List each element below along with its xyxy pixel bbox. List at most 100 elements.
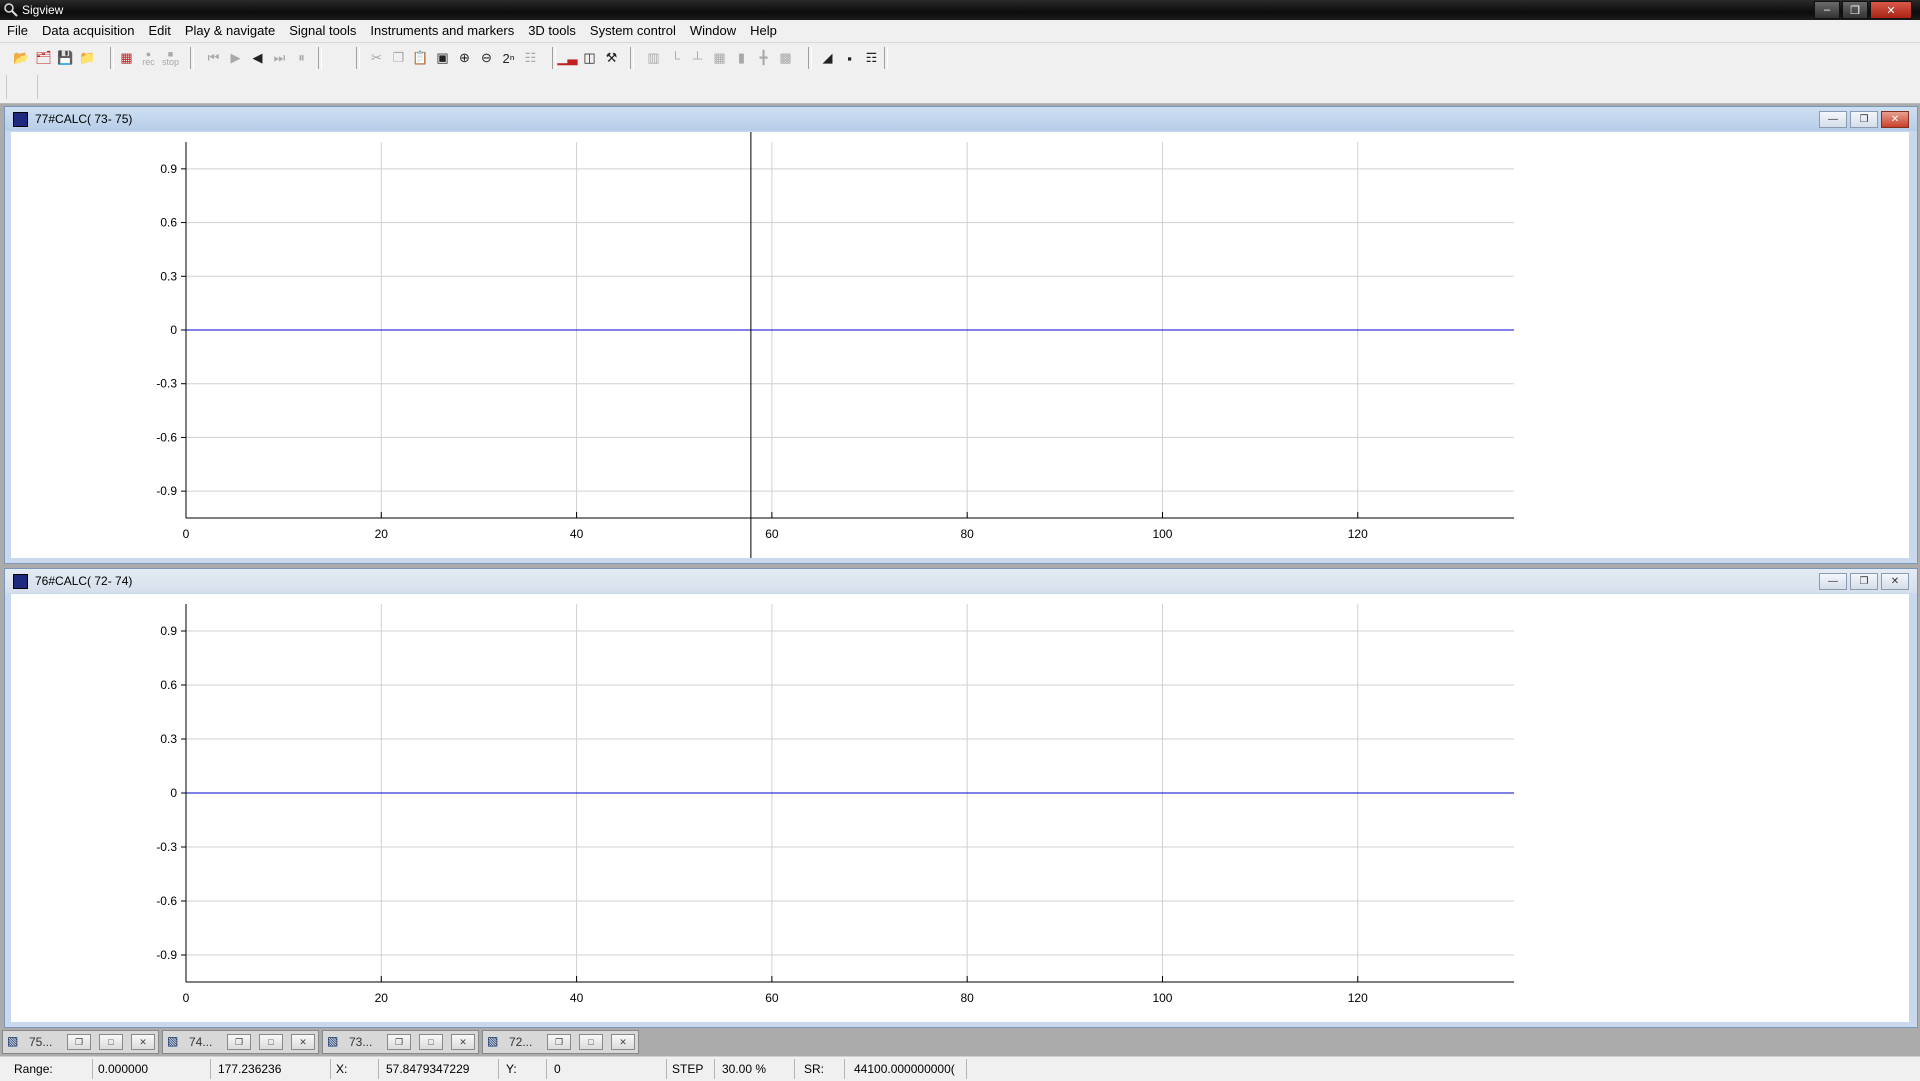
step-value: 30.00 % — [722, 1062, 767, 1076]
signal-chart[interactable]: 0 20 40 60 80 100 120 0.9 0.6 0.3 0 -0.3 -0.6 -0.9 — [11, 594, 1909, 1022]
y-tick-label: -0.3 — [156, 377, 177, 391]
tree-icon[interactable]: ☶ — [862, 49, 881, 68]
x-tick-label: 0 — [183, 991, 190, 1005]
signal-window-icon: ▧ — [167, 1034, 179, 1048]
x-tick-label: 20 — [375, 991, 389, 1005]
restore-icon[interactable]: ❐ — [227, 1034, 251, 1050]
cursor-cross-icon[interactable]: ╋ — [754, 49, 773, 68]
menu-window[interactable]: Window — [683, 20, 743, 38]
paste-icon[interactable]: 📋 — [411, 49, 430, 68]
maximize-icon[interactable]: □ — [579, 1034, 603, 1050]
menu-help[interactable]: Help — [743, 20, 784, 38]
open-multiple-icon[interactable]: 🗂 — [34, 49, 53, 68]
minimized-window-74[interactable]: ▧ 74... ❐ □ ✕ — [162, 1030, 319, 1054]
acquire-icon[interactable]: ▦ — [117, 49, 136, 68]
y-value: 0 — [554, 1062, 561, 1076]
menu-play-navigate[interactable]: Play & navigate — [178, 20, 282, 38]
restore-icon[interactable]: ❐ — [547, 1034, 571, 1050]
cut-icon[interactable]: ✂ — [367, 49, 386, 68]
open-recent-icon[interactable]: 📁 — [78, 49, 97, 68]
stop-icon[interactable]: ■ stop — [161, 49, 180, 68]
speaker-icon[interactable]: ◀ — [248, 49, 267, 68]
y-tick-label: 0.3 — [160, 732, 177, 746]
skip-start-icon[interactable]: ⏮ — [204, 49, 223, 68]
main-toolbar: 📂 🗂 💾 📁 ▦ ● rec ■ stop ⏮ ▶ ◀ ⏭ ⏸ ✂ ❐ 📋 ▣ ⊕… — [0, 43, 1920, 73]
window-minimize-button[interactable]: — — [1819, 573, 1847, 590]
menu-file[interactable]: File — [0, 20, 35, 38]
menu-instruments-markers[interactable]: Instruments and markers — [363, 20, 521, 38]
minimized-window-75[interactable]: ▧ 75... ❐ □ ✕ — [2, 1030, 159, 1054]
signal-window-76[interactable]: 76#CALC( 72- 74) — ❐ ✕ 0 20 40 60 80 100 120 0.… — [4, 568, 1918, 1028]
menu-signal-tools[interactable]: Signal tools — [282, 20, 363, 38]
x-value: 57.8479347229 — [386, 1062, 470, 1076]
close-icon[interactable]: ✕ — [131, 1034, 155, 1050]
menu-system-control[interactable]: System control — [583, 20, 683, 38]
signal-chart[interactable]: 0 20 40 60 80 100 120 0.9 0.6 0.3 0 -0.3 -0.6 -0.9 — [11, 132, 1909, 558]
minimized-window-72[interactable]: ▧ 72... ❐ □ ✕ — [482, 1030, 639, 1054]
x-tick-label: 100 — [1152, 991, 1172, 1005]
window-titlebar[interactable]: 77#CALC( 73- 75) — ❐ ✕ — [5, 107, 1917, 131]
tile-icon[interactable]: ◢ — [818, 49, 837, 68]
bars-icon[interactable]: ▥ — [644, 49, 663, 68]
window-close-button[interactable]: ✕ — [1881, 573, 1909, 590]
minimize-button[interactable]: – — [1814, 1, 1840, 19]
window-minimize-button[interactable]: — — [1819, 111, 1847, 128]
window-title: 77#CALC( 73- 75) — [35, 112, 133, 126]
window-titlebar[interactable]: 76#CALC( 72- 74) — ❐ ✕ — [5, 569, 1917, 593]
restore-icon[interactable]: ❐ — [387, 1034, 411, 1050]
plot-area[interactable]: 0 20 40 60 80 100 120 0.9 0.6 0.3 0 -0.3 -0.6 -0.9 — [11, 132, 1909, 558]
plot-area[interactable]: 0 20 40 60 80 100 120 0.9 0.6 0.3 0 -0.3 -0.6 -0.9 — [11, 594, 1909, 1022]
window-restore-button[interactable]: ❐ — [1850, 573, 1878, 590]
play-icon[interactable]: ▶ — [226, 49, 245, 68]
signal-window-77[interactable]: 77#CALC( 73- 75) — ❐ ✕ 0 20 40 60 80 100 120 0.… — [4, 106, 1918, 564]
pause-icon[interactable]: ⏸ — [292, 49, 311, 68]
restore-button[interactable]: ❐ — [1842, 1, 1868, 19]
y-tick-label: 0 — [170, 786, 177, 800]
save-icon[interactable]: 💾 — [56, 49, 75, 68]
skip-end-icon[interactable]: ⏭ — [270, 49, 289, 68]
close-icon[interactable]: ✕ — [451, 1034, 475, 1050]
window-title: 76#CALC( 72- 74) — [35, 574, 133, 588]
step-marker-icon[interactable]: ┴ — [688, 49, 707, 68]
y-tick-label: 0.3 — [160, 269, 177, 283]
close-button[interactable]: ✕ — [1870, 1, 1912, 19]
calculator-icon[interactable]: ◫ — [580, 49, 599, 68]
status-bar: Range: 0.000000 177.236236 X: 57.8479347… — [0, 1056, 1920, 1081]
zoom-window-icon[interactable]: ▣ — [433, 49, 452, 68]
menu-data-acquisition[interactable]: Data acquisition — [35, 20, 142, 38]
zoom-out-icon[interactable]: ⊖ — [477, 49, 496, 68]
x-tick-label: 20 — [375, 527, 389, 541]
restore-icon[interactable]: ❐ — [67, 1034, 91, 1050]
export-icon[interactable]: ▮ — [732, 49, 751, 68]
open-folder-icon[interactable]: 📂 — [12, 49, 31, 68]
grid-icon[interactable]: ▦ — [710, 49, 729, 68]
y-tick-label: -0.6 — [156, 894, 177, 908]
properties-icon[interactable]: ☷ — [521, 49, 540, 68]
window-close-button[interactable]: ✕ — [1881, 111, 1909, 128]
maximize-icon[interactable]: □ — [259, 1034, 283, 1050]
y-tick-label: -0.9 — [156, 948, 177, 962]
power-of-two-icon[interactable]: 2ⁿ — [499, 49, 518, 68]
x-tick-label: 120 — [1348, 527, 1368, 541]
rec-icon[interactable]: ● rec — [139, 49, 158, 68]
close-icon[interactable]: ✕ — [291, 1034, 315, 1050]
close-icon[interactable]: ✕ — [611, 1034, 635, 1050]
maximize-icon[interactable]: □ — [419, 1034, 443, 1050]
menu-3d-tools[interactable]: 3D tools — [521, 20, 583, 38]
menu-edit[interactable]: Edit — [141, 20, 177, 38]
window-restore-button[interactable]: ❐ — [1850, 111, 1878, 128]
minimized-window-label: 75... — [29, 1035, 53, 1049]
copy-icon[interactable]: ❐ — [389, 49, 408, 68]
cascade-icon[interactable]: ▪ — [840, 49, 859, 68]
y-tick-label: 0.9 — [160, 162, 177, 176]
marker-icon[interactable]: └ — [666, 49, 685, 68]
minimized-window-label: 73... — [349, 1035, 373, 1049]
maximize-icon[interactable]: □ — [99, 1034, 123, 1050]
minimized-window-73[interactable]: ▧ 73... ❐ □ ✕ — [322, 1030, 479, 1054]
fft-icon[interactable]: ▁▃ — [558, 49, 578, 68]
signal-window-icon: ▧ — [327, 1034, 339, 1048]
tools-icon[interactable]: ⚒ — [602, 49, 621, 68]
zoom-box-icon[interactable]: ▩ — [776, 49, 795, 68]
app-title: Sigview — [22, 3, 64, 17]
zoom-in-icon[interactable]: ⊕ — [455, 49, 474, 68]
